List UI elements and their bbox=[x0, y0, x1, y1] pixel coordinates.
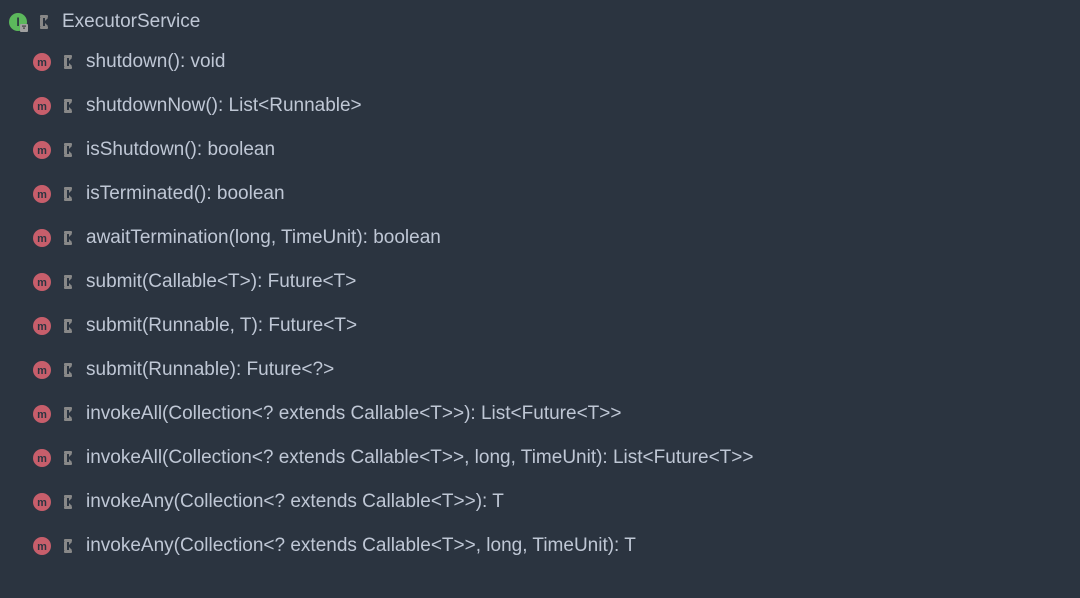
interface-name: ExecutorService bbox=[62, 11, 200, 33]
method-icon: m bbox=[32, 228, 52, 248]
abstract-icon bbox=[60, 98, 76, 114]
method-icon: m bbox=[32, 536, 52, 556]
method-signature: submit(Runnable, T): Future<T> bbox=[86, 315, 357, 337]
method-icon: m bbox=[32, 404, 52, 424]
abstract-icon bbox=[60, 318, 76, 334]
svg-text:m: m bbox=[37, 233, 47, 245]
method-icon: m bbox=[32, 184, 52, 204]
abstract-icon bbox=[60, 538, 76, 554]
method-row[interactable]: m shutdown(): void bbox=[6, 40, 1074, 84]
method-signature: isShutdown(): boolean bbox=[86, 139, 275, 161]
method-icon: m bbox=[32, 52, 52, 72]
method-row[interactable]: m isShutdown(): boolean bbox=[6, 128, 1074, 172]
abstract-icon bbox=[60, 230, 76, 246]
method-signature: invokeAll(Collection<? extends Callable<… bbox=[86, 403, 621, 425]
abstract-icon bbox=[60, 362, 76, 378]
method-row[interactable]: m isTerminated(): boolean bbox=[6, 172, 1074, 216]
svg-text:m: m bbox=[37, 189, 47, 201]
svg-text:m: m bbox=[37, 101, 47, 113]
svg-text:m: m bbox=[37, 145, 47, 157]
abstract-icon bbox=[60, 450, 76, 466]
svg-text:m: m bbox=[37, 409, 47, 421]
method-row[interactable]: m invokeAny(Collection<? extends Callable… bbox=[6, 524, 1074, 568]
method-icon: m bbox=[32, 140, 52, 160]
abstract-icon bbox=[60, 406, 76, 422]
abstract-icon bbox=[36, 14, 52, 30]
method-row[interactable]: m awaitTermination(long, TimeUnit): boole… bbox=[6, 216, 1074, 260]
method-icon: m bbox=[32, 96, 52, 116]
method-signature: shutdownNow(): List<Runnable> bbox=[86, 95, 362, 117]
abstract-icon bbox=[60, 186, 76, 202]
method-signature: invokeAny(Collection<? extends Callable<… bbox=[86, 535, 636, 557]
method-signature: submit(Callable<T>): Future<T> bbox=[86, 271, 356, 293]
interface-row[interactable]: I ExecutorService bbox=[6, 4, 1074, 40]
interface-icon: I bbox=[8, 12, 28, 32]
method-row[interactable]: m invokeAll(Collection<? extends Callable… bbox=[6, 436, 1074, 480]
svg-text:m: m bbox=[37, 541, 47, 553]
method-icon: m bbox=[32, 316, 52, 336]
method-row[interactable]: m invokeAny(Collection<? extends Callable… bbox=[6, 480, 1074, 524]
abstract-icon bbox=[60, 142, 76, 158]
method-signature: shutdown(): void bbox=[86, 51, 225, 73]
method-signature: invokeAll(Collection<? extends Callable<… bbox=[86, 447, 753, 469]
svg-text:I: I bbox=[16, 15, 19, 29]
method-row[interactable]: m submit(Runnable, T): Future<T> bbox=[6, 304, 1074, 348]
method-signature: submit(Runnable): Future<?> bbox=[86, 359, 334, 381]
svg-text:m: m bbox=[37, 277, 47, 289]
abstract-icon bbox=[60, 274, 76, 290]
method-icon: m bbox=[32, 360, 52, 380]
svg-text:m: m bbox=[37, 497, 47, 509]
method-signature: isTerminated(): boolean bbox=[86, 183, 285, 205]
method-signature: invokeAny(Collection<? extends Callable<… bbox=[86, 491, 504, 513]
method-row[interactable]: m shutdownNow(): List<Runnable> bbox=[6, 84, 1074, 128]
svg-text:m: m bbox=[37, 453, 47, 465]
svg-text:m: m bbox=[37, 321, 47, 333]
method-icon: m bbox=[32, 272, 52, 292]
abstract-icon bbox=[60, 494, 76, 510]
abstract-icon bbox=[60, 54, 76, 70]
method-icon: m bbox=[32, 448, 52, 468]
method-row[interactable]: m submit(Callable<T>): Future<T> bbox=[6, 260, 1074, 304]
method-signature: awaitTermination(long, TimeUnit): boolea… bbox=[86, 227, 441, 249]
method-row[interactable]: m submit(Runnable): Future<?> bbox=[6, 348, 1074, 392]
svg-text:m: m bbox=[37, 365, 47, 377]
method-icon: m bbox=[32, 492, 52, 512]
method-row[interactable]: m invokeAll(Collection<? extends Callable… bbox=[6, 392, 1074, 436]
svg-text:m: m bbox=[37, 57, 47, 69]
